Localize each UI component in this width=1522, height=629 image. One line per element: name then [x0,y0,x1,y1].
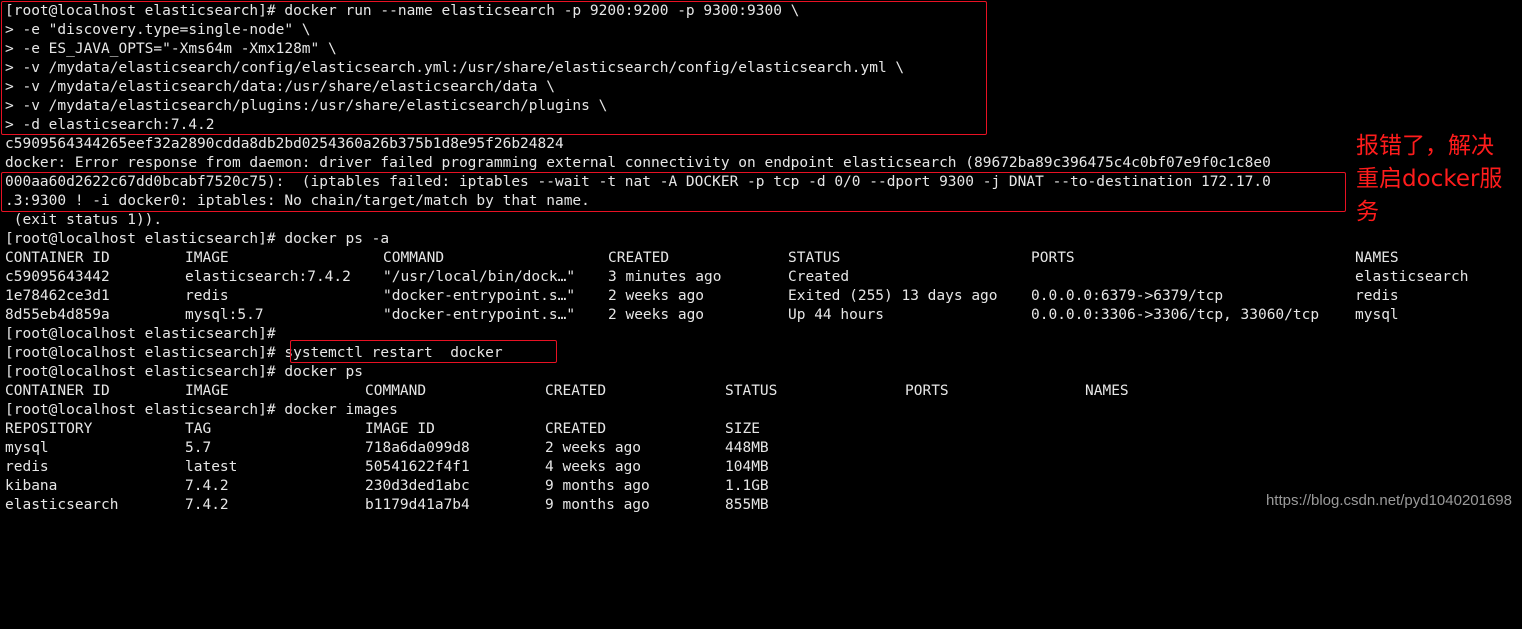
created: 3 minutes ago [608,269,722,285]
error-highlight-box [1,172,1346,212]
table-header: REPOSITORY TAG IMAGE ID CREATED SIZE [5,420,1517,439]
table-row: 1e78462ce3d1 redis "docker-entrypoint.s…… [5,287,1517,306]
error-line: (exit status 1)). [5,212,163,228]
container-id: 1e78462ce3d1 [5,288,110,304]
tag: 7.4.2 [185,478,229,494]
error-line: docker: Error response from daemon: driv… [5,155,1271,171]
container-name: elasticsearch [1355,269,1469,285]
image-name: elasticsearch:7.4.2 [185,269,351,285]
column-header: IMAGE ID [365,421,435,437]
tag: latest [185,459,238,475]
column-header: COMMAND [365,383,427,399]
created: 2 weeks ago [608,288,705,304]
column-header: CREATED [545,383,607,399]
tag: 7.4.2 [185,497,229,513]
created: 4 weeks ago [545,459,642,475]
table-row: c59095643442 elasticsearch:7.4.2 "/usr/l… [5,268,1517,287]
column-header: CREATED [545,421,607,437]
terminal-prompt: [root@localhost elasticsearch]# [5,326,276,342]
column-header: IMAGE [185,383,229,399]
column-header: IMAGE [185,250,229,266]
column-header: STATUS [788,250,841,266]
container-name: mysql [1355,307,1399,323]
created: 9 months ago [545,497,650,513]
repository: elasticsearch [5,497,119,513]
image-name: redis [185,288,229,304]
image-id: 230d3ded1abc [365,478,470,494]
restart-command-highlight-box [290,340,557,363]
table-row: 8d55eb4d859a mysql:5.7 "docker-entrypoin… [5,306,1517,325]
ports: 0.0.0.0:6379->6379/tcp [1031,288,1224,304]
error-annotation: 报错了，解决重启docker服务 [1356,133,1503,225]
repository: kibana [5,478,58,494]
table-header: CONTAINER ID IMAGE COMMAND CREATED STATU… [5,382,1517,401]
container-name: redis [1355,288,1399,304]
terminal-prompt: [root@localhost elasticsearch]# docker p… [5,364,363,380]
status: Created [788,269,850,285]
terminal-prompt: [root@localhost elasticsearch]# docker i… [5,402,398,418]
command: "/usr/local/bin/dock…" [383,269,576,285]
watermark: https://blog.csdn.net/pyd1040201698 [1265,492,1512,509]
created: 2 weeks ago [608,307,705,323]
column-header: SIZE [725,421,760,437]
prompt-text: [root@localhost elasticsearch]# [5,345,285,361]
created: 9 months ago [545,478,650,494]
image-id: 50541622f4f1 [365,459,470,475]
status: Exited (255) 13 days ago [788,288,998,304]
column-header: PORTS [905,383,949,399]
column-header: CONTAINER ID [5,250,110,266]
column-header: REPOSITORY [5,421,93,437]
image-name: mysql:5.7 [185,307,264,323]
command: "docker-entrypoint.s…" [383,288,576,304]
image-id: b1179d41a7b4 [365,497,470,513]
image-id: 718a6da099d8 [365,440,470,456]
container-hash-output: c5909564344265eef32a2890cdda8db2bd025436… [5,136,564,152]
table-row: mysql 5.7 718a6da099d8 2 weeks ago 448MB [5,439,1517,458]
command: "docker-entrypoint.s…" [383,307,576,323]
container-id: 8d55eb4d859a [5,307,110,323]
container-id: c59095643442 [5,269,110,285]
run-command-highlight-box [1,1,987,135]
column-header: CONTAINER ID [5,383,110,399]
created: 2 weeks ago [545,440,642,456]
column-header: TAG [185,421,212,437]
column-header: PORTS [1031,250,1075,266]
table-row: redis latest 50541622f4f1 4 weeks ago 10… [5,458,1517,477]
ports: 0.0.0.0:3306->3306/tcp, 33060/tcp [1031,307,1320,323]
status: Up 44 hours [788,307,885,323]
tag: 5.7 [185,440,212,456]
terminal-prompt: [root@localhost elasticsearch]# docker p… [5,231,390,247]
column-header: NAMES [1355,250,1399,266]
column-header: CREATED [608,250,670,266]
size: 855MB [725,497,769,513]
column-header: COMMAND [383,250,445,266]
repository: redis [5,459,49,475]
column-header: NAMES [1085,383,1129,399]
size: 104MB [725,459,769,475]
size: 448MB [725,440,769,456]
size: 1.1GB [725,478,769,494]
repository: mysql [5,440,49,456]
table-header: CONTAINER ID IMAGE COMMAND CREATED STATU… [5,249,1517,268]
column-header: STATUS [725,383,778,399]
terminal-prompt: [root@localhost elasticsearch]# systemct… [5,344,1517,363]
